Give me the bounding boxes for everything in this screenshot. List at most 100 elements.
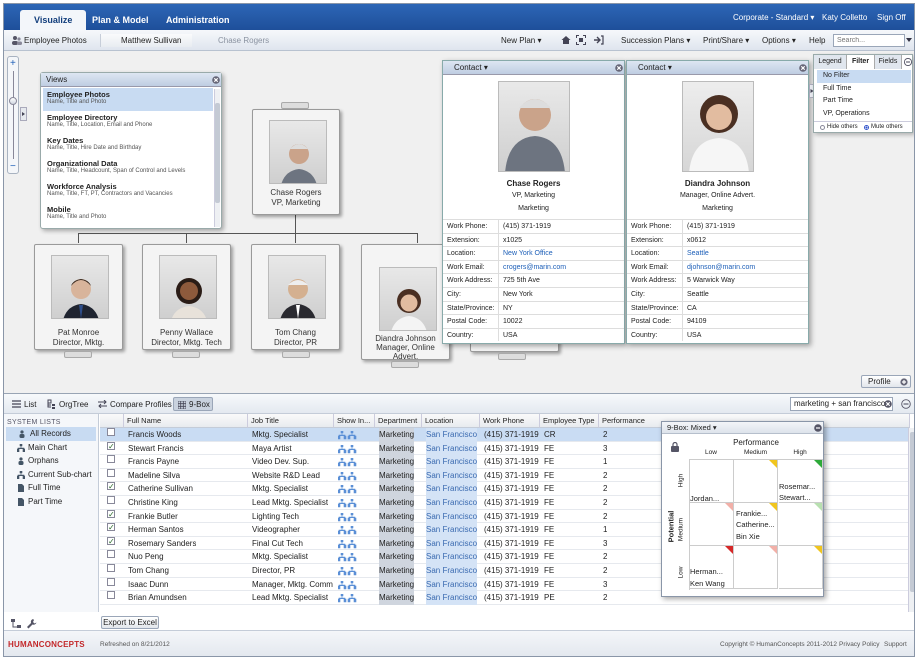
view-item-key-dates[interactable]: Key Dates Name, Title, Hire Date and Birt… [43, 134, 213, 157]
cell-high-medium[interactable] [734, 460, 778, 503]
row-checkbox[interactable] [107, 468, 115, 477]
org-card[interactable]: Tom Chang Director, PR [251, 244, 340, 350]
list-part-time[interactable]: Part Time [4, 495, 98, 509]
view-name[interactable]: Employee Photos [24, 34, 87, 47]
ninebox-person[interactable]: Stewart... [779, 493, 811, 502]
options-button[interactable]: Options ▾ [762, 36, 796, 45]
filter-item-full-time[interactable]: Full Time [817, 83, 911, 96]
ninebox-person[interactable]: Frankie... [736, 509, 767, 518]
minimize-icon[interactable] [901, 399, 911, 409]
cell-medium-medium[interactable]: Frankie... Catherine... Bin Xie [734, 503, 778, 546]
filter-item-vp-operations[interactable]: VP, Operations [817, 108, 911, 121]
row-checkbox[interactable] [107, 564, 115, 572]
close-icon[interactable] [212, 76, 220, 84]
compare-profiles-button[interactable]: Compare Profiles [110, 400, 172, 409]
col-full-name[interactable]: Full Name [124, 414, 248, 428]
cell-high-low[interactable]: Jordan... [690, 460, 734, 503]
export-excel-button[interactable]: Export to Excel [101, 616, 159, 629]
tab-legend[interactable]: Legend [814, 55, 847, 69]
col-employee-type[interactable]: Employee Type [540, 414, 599, 428]
fit-to-screen-icon[interactable] [576, 35, 586, 45]
show-in-chart-icon[interactable] [338, 526, 358, 535]
list-main-chart[interactable]: Main Chart [4, 441, 98, 455]
org-card[interactable]: Diandra Johnson Manager, Online Advert. [361, 244, 450, 361]
show-in-chart-icon[interactable] [338, 485, 358, 494]
expand-down-handle[interactable] [391, 361, 419, 368]
expand-down-handle[interactable] [282, 351, 310, 358]
list-search-input[interactable]: marketing + san francisco [790, 397, 893, 411]
view-item-mobile[interactable]: Mobile Name, Title and Photo [43, 203, 213, 226]
clear-icon[interactable] [884, 400, 892, 408]
wrench-icon[interactable] [26, 618, 37, 629]
ninebox-button[interactable]: 9-Box [173, 397, 213, 411]
row-checkbox[interactable] [107, 550, 115, 559]
col-work-phone[interactable]: Work Phone [480, 414, 540, 428]
ninebox-mode[interactable]: Mixed [691, 423, 711, 432]
show-in-chart-icon[interactable] [338, 471, 358, 481]
orgtree-button[interactable]: OrgTree [59, 400, 89, 409]
view-item-employee-directory[interactable]: Employee Directory Name, Title, Location,… [43, 111, 213, 134]
org-settings-icon[interactable] [11, 619, 22, 629]
col-select[interactable] [100, 414, 124, 428]
breadcrumb-current[interactable]: Chase Rogers [194, 34, 290, 47]
table-scrollbar[interactable] [908, 428, 914, 612]
show-in-chart-icon[interactable] [338, 431, 358, 440]
list-current-subchart[interactable]: Current Sub-chart [4, 468, 98, 482]
show-in-chart-icon[interactable] [338, 458, 358, 467]
email-link[interactable]: crogers@marin.com [499, 261, 566, 274]
ninebox-person[interactable]: Rosemar... [779, 482, 815, 491]
row-checkbox[interactable] [107, 455, 115, 464]
close-icon[interactable] [615, 64, 623, 72]
signoff-link[interactable]: Sign Off [877, 13, 906, 22]
expand-down-handle[interactable] [172, 351, 200, 358]
org-card[interactable]: Penny Wallace Director, Mktg. Tech [142, 244, 231, 350]
scope-select[interactable]: Corporate - Standard ▾ [733, 13, 814, 22]
scrollbar-thumb[interactable] [910, 432, 914, 592]
col-location[interactable]: Location [422, 414, 480, 428]
row-checkbox[interactable] [107, 523, 115, 532]
ninebox-person[interactable]: Jordan... [690, 494, 719, 503]
cell-high-high[interactable]: Rosemar... Stewart... [779, 460, 823, 503]
view-item-employee-photos[interactable]: Employee Photos Name, Title and Photo [43, 88, 213, 111]
col-show-in[interactable]: Show In... [334, 414, 375, 428]
mute-others-radio[interactable] [864, 125, 869, 130]
support-link[interactable]: Support [884, 641, 907, 648]
succession-plans-button[interactable]: Succession Plans ▾ [621, 36, 690, 45]
minimize-icon[interactable] [904, 58, 912, 66]
row-checkbox[interactable] [107, 509, 115, 518]
filter-item-no-filter[interactable]: No Filter [817, 70, 911, 83]
row-checkbox[interactable] [107, 577, 115, 586]
view-item-workforce-analysis[interactable]: Workforce Analysis Name, Title, FT, PT, C… [43, 180, 213, 203]
hide-others-radio[interactable] [820, 125, 825, 130]
cell-low-medium[interactable] [734, 546, 778, 589]
row-checkbox[interactable] [107, 441, 115, 450]
expand-down-handle[interactable] [498, 353, 526, 360]
home-icon[interactable] [561, 35, 571, 45]
chevron-down-icon[interactable] [906, 37, 912, 43]
location-link[interactable]: Seattle [683, 247, 709, 260]
org-card[interactable]: Pat Monroe Director, Mktg. [34, 244, 123, 350]
privacy-link[interactable]: Privacy Policy [839, 641, 879, 648]
org-card-top[interactable]: Chase Rogers VP, Marketing [252, 109, 340, 215]
zoom-slider[interactable]: + − [7, 56, 19, 174]
list-full-time[interactable]: Full Time [4, 481, 98, 495]
row-checkbox[interactable] [107, 496, 115, 504]
tab-visualize[interactable]: Visualize [20, 10, 87, 30]
view-item-organizational-data[interactable]: Organizational Data Name, Title, Headcoun… [43, 157, 213, 180]
user-name[interactable]: Katy Colletto [822, 13, 867, 22]
tab-filter[interactable]: Filter [847, 55, 875, 69]
ninebox-person[interactable]: Ken Wang [690, 579, 725, 588]
exit-icon[interactable] [593, 35, 604, 45]
cell-medium-high[interactable] [779, 503, 823, 546]
contact-card-header[interactable]: Contact ▾ [627, 61, 808, 75]
tab-fields[interactable]: Fields [875, 55, 902, 69]
views-scrollbar[interactable] [214, 89, 220, 227]
ninebox-person[interactable]: Herman... [690, 567, 723, 576]
show-in-chart-icon[interactable] [338, 567, 358, 576]
collapse-left-handle[interactable] [20, 107, 27, 121]
show-in-chart-icon[interactable] [338, 444, 358, 454]
ninebox-person[interactable]: Bin Xie [736, 532, 760, 541]
help-link[interactable]: Help [809, 36, 825, 45]
print-share-button[interactable]: Print/Share ▾ [703, 36, 749, 45]
zoom-handle[interactable] [9, 97, 17, 105]
